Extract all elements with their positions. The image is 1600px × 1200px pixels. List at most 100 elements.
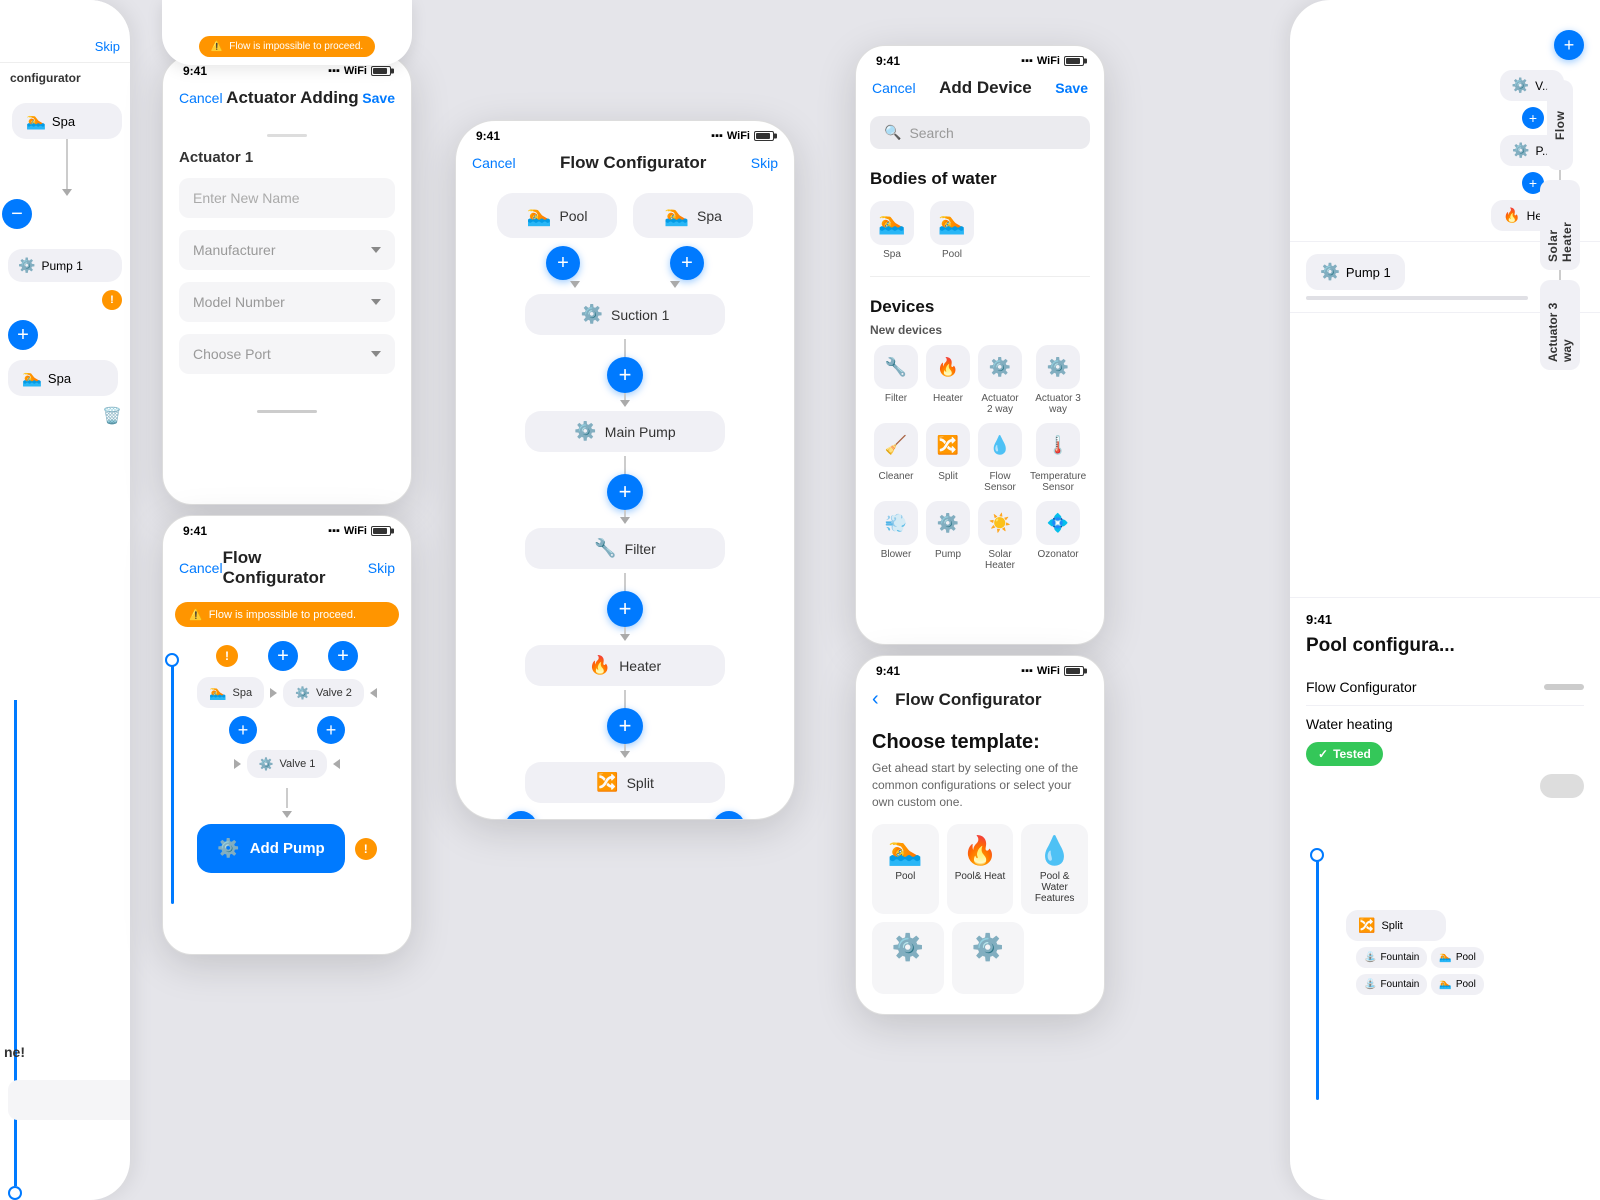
arrow-to-pump <box>620 400 630 407</box>
signal-main: ▪▪▪ <box>711 130 723 142</box>
cancel-add[interactable]: Cancel <box>872 80 916 96</box>
right-fountain-node: ⛲Fountain <box>1356 947 1427 968</box>
skip-main[interactable]: Skip <box>751 155 778 171</box>
right-add-top[interactable]: + <box>1554 30 1584 60</box>
wifi-add: WiFi <box>1037 55 1060 67</box>
drag-handle <box>267 134 307 137</box>
name-input-field[interactable]: Enter New Name <box>179 178 395 218</box>
cancel-main[interactable]: Cancel <box>472 155 516 171</box>
arrow-right-spa <box>270 688 277 698</box>
top-partial-phone: ⚠️ Flow is impossible to proceed. <box>162 0 412 65</box>
device-actuator2[interactable]: ⚙️ Actuator 2 way <box>978 345 1022 415</box>
left-partial-phone: Skip configurator 🏊 Spa − ⚙️ Pump 1 ! + <box>0 0 130 1200</box>
arrow-spa-suction <box>670 281 680 288</box>
save-add[interactable]: Save <box>1055 80 1088 96</box>
body-spa-item[interactable]: 🏊 Spa <box>870 201 914 260</box>
warning-icon: ⚠️ <box>189 608 203 621</box>
add-after-heater[interactable]: + <box>607 708 643 744</box>
nav-title-actuator: Actuator Adding <box>226 88 359 108</box>
left-blue-connector[interactable]: − <box>2 199 32 229</box>
right-split-node: 🔀 Split <box>1346 910 1446 941</box>
device-ozonator[interactable]: 💠 Ozonator <box>1030 501 1086 571</box>
battery-icon-actuator <box>371 66 391 76</box>
flow-error-warning: ! <box>216 645 238 667</box>
device-split[interactable]: 🔀 Split <box>926 423 970 493</box>
pool-icon-bg: 🏊 <box>930 201 974 245</box>
add-after-suction[interactable]: + <box>607 357 643 393</box>
model-chevron <box>371 299 381 305</box>
battery-template <box>1064 666 1084 676</box>
search-bar-add[interactable]: 🔍 Search <box>870 116 1090 149</box>
left-trash-icon[interactable]: 🗑️ <box>102 406 122 426</box>
device-heater[interactable]: 🔥 Heater <box>926 345 970 415</box>
time-template: 9:41 <box>876 664 900 678</box>
time-main: 9:41 <box>476 129 500 143</box>
flow-error-add-1[interactable]: + <box>268 641 298 671</box>
right-flow-config-row[interactable]: Flow Configurator <box>1306 669 1584 706</box>
status-bar-template: 9:41 ▪▪▪ WiFi <box>856 656 1104 682</box>
add-below-spa[interactable]: + <box>670 246 704 280</box>
template-pool-heat[interactable]: 🔥 Pool& Heat <box>947 824 1014 914</box>
search-placeholder-add: Search <box>909 125 953 141</box>
flow-error-add-2[interactable]: + <box>328 641 358 671</box>
right-actuator3-label: Actuator 3 way <box>1540 280 1580 370</box>
bodies-section: Bodies of water 🏊 Spa 🏊 Pool <box>870 159 1090 266</box>
right-pool-panel: + ⚙️ V... + ⚙️ P... + 🔥 He... <box>1290 0 1600 1200</box>
device-blower[interactable]: 💨 Blower <box>874 501 918 571</box>
add-circle-bottom-2[interactable]: + <box>317 716 345 744</box>
right-water-heating-row[interactable]: Water heating <box>1306 706 1584 742</box>
body-pool-item[interactable]: 🏊 Pool <box>930 201 974 260</box>
device-actuator3[interactable]: ⚙️ Actuator 3 way <box>1030 345 1086 415</box>
time-flow-error: 9:41 <box>183 524 207 538</box>
right-pool-node-bottom-2: 🏊Pool <box>1431 974 1483 995</box>
arrow-down-pump <box>282 811 292 818</box>
left-warning-badge: ! <box>102 290 122 310</box>
main-pool-node: 🏊 Pool <box>497 193 617 238</box>
template-custom-2[interactable]: ⚙️ <box>952 922 1024 994</box>
add-after-filter[interactable]: + <box>607 591 643 627</box>
right-pool-title: Pool configura... <box>1306 635 1584 657</box>
left-nav-skip[interactable]: Skip <box>95 39 120 54</box>
device-cleaner[interactable]: 🧹 Cleaner <box>874 423 918 493</box>
device-pump[interactable]: ⚙️ Pump <box>926 501 970 571</box>
template-pool-water[interactable]: 💧 Pool & Water Features <box>1021 824 1088 914</box>
add-split-right[interactable]: + <box>713 811 745 820</box>
left-pump1-node: ⚙️ Pump 1 <box>8 249 122 282</box>
right-pool-node-bottom: 🏊Pool <box>1431 947 1483 968</box>
save-btn-actuator[interactable]: Save <box>362 90 395 106</box>
device-grid: 🔧 Filter 🔥 Heater ⚙️ Actuator 2 way ⚙️ A… <box>870 345 1090 571</box>
cancel-btn-actuator[interactable]: Cancel <box>179 90 223 106</box>
template-heading: Choose template: <box>872 731 1088 754</box>
arrow-to-split <box>620 751 630 758</box>
add-split-left[interactable]: + <box>505 811 537 820</box>
device-filter[interactable]: 🔧 Filter <box>874 345 918 415</box>
main-split-node: 🔀 Split <box>525 762 725 803</box>
add-circle-bottom-1[interactable]: + <box>229 716 257 744</box>
model-field[interactable]: Model Number <box>179 282 395 322</box>
spa-icon-bg: 🏊 <box>870 201 914 245</box>
phone-template: 9:41 ▪▪▪ WiFi ‹ Flow Configurator Choose… <box>855 655 1105 1015</box>
template-custom-1[interactable]: ⚙️ <box>872 922 944 994</box>
back-btn-template[interactable]: ‹ <box>872 688 879 711</box>
left-add-circle[interactable]: + <box>8 320 38 350</box>
add-pump-btn[interactable]: ⚙️ Add Pump <box>197 824 344 873</box>
pump-warning: ! <box>355 838 377 860</box>
cancel-btn-flow[interactable]: Cancel <box>179 560 223 576</box>
device-flow-sensor[interactable]: 💧 Flow Sensor <box>978 423 1022 493</box>
wifi-template: WiFi <box>1037 665 1060 677</box>
spa-device-icon: 🏊 <box>878 210 905 236</box>
manufacturer-chevron <box>371 247 381 253</box>
device-solar[interactable]: ☀️ Solar Heater <box>978 501 1022 571</box>
add-after-pump[interactable]: + <box>607 474 643 510</box>
right-flow-config-label: Flow Configurator <box>1306 679 1417 695</box>
model-placeholder: Model Number <box>193 294 285 310</box>
template-pool[interactable]: 🏊 Pool <box>872 824 939 914</box>
add-below-pool[interactable]: + <box>546 246 580 280</box>
port-field[interactable]: Choose Port <box>179 334 395 374</box>
port-placeholder: Choose Port <box>193 346 271 362</box>
skip-btn-flow[interactable]: Skip <box>368 560 395 576</box>
device-temp-sensor[interactable]: 🌡️ Temperature Sensor <box>1030 423 1086 493</box>
phone-actuator-adding: 9:41 ▪▪▪ WiFi Cancel Actuator Adding Sav… <box>162 55 412 505</box>
manufacturer-field[interactable]: Manufacturer <box>179 230 395 270</box>
toggle-switch[interactable] <box>1540 774 1584 798</box>
